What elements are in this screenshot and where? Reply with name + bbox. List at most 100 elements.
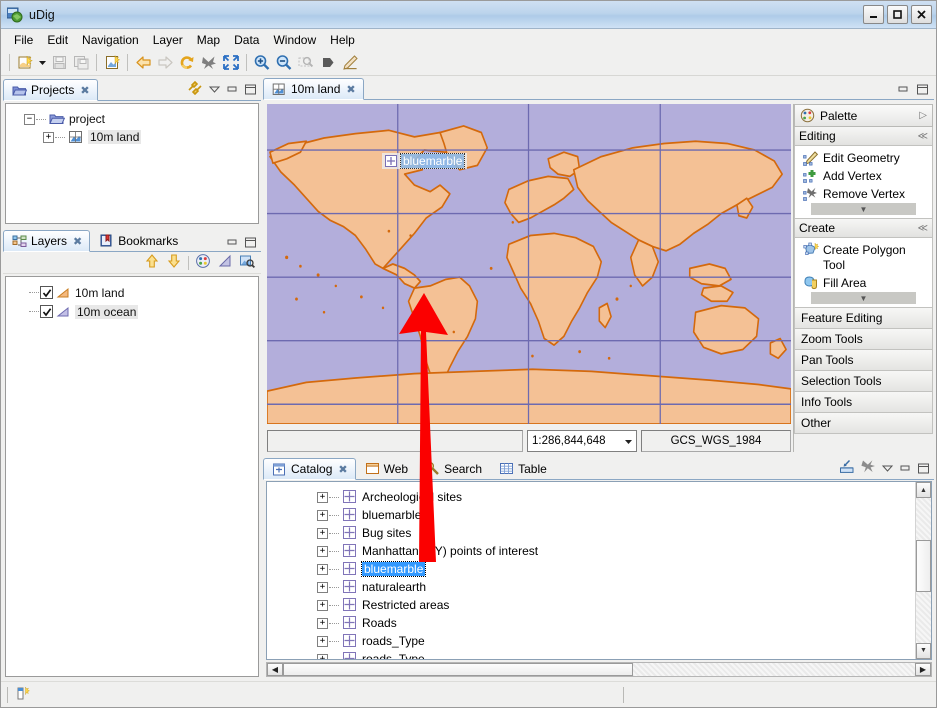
catalog-row-roads-type-1[interactable]: + roads_Type bbox=[267, 632, 915, 650]
catalog-row-manhattan-points-of-interest[interactable]: + Manhattan (NY) points of interest bbox=[267, 542, 915, 560]
new-map-icon[interactable] bbox=[14, 52, 36, 74]
expander-icon[interactable]: + bbox=[317, 545, 328, 557]
expander-icon[interactable]: + bbox=[317, 599, 328, 611]
minimize-view-icon[interactable] bbox=[899, 462, 912, 475]
expander-icon[interactable]: + bbox=[43, 131, 54, 143]
minimize-editor-icon[interactable] bbox=[897, 83, 910, 96]
style-editor-icon[interactable] bbox=[195, 253, 211, 272]
maximize-button[interactable] bbox=[887, 5, 908, 24]
palette-editing-overflow-handle[interactable]: ▼ bbox=[811, 203, 916, 215]
palette-drawer-editing-header[interactable]: Editing ≪ bbox=[794, 127, 933, 146]
edit-tool-icon[interactable] bbox=[339, 52, 361, 74]
zoom-to-layer-icon[interactable] bbox=[239, 253, 256, 272]
tab-layers[interactable]: Layers ✖ bbox=[3, 230, 91, 252]
catalog-row-naturalearth[interactable]: + naturalearth bbox=[267, 578, 915, 596]
zoom-in-icon[interactable] bbox=[251, 52, 273, 74]
maximize-editor-icon[interactable] bbox=[916, 83, 929, 96]
new-dropdown-arrow-icon[interactable] bbox=[36, 52, 48, 74]
catalog-row-bluemarble-2[interactable]: + bluemarble bbox=[267, 560, 915, 578]
tree-item-project[interactable]: − project bbox=[6, 110, 258, 128]
palette-item-create-polygon-tool[interactable]: Create Polygon Tool bbox=[795, 241, 932, 274]
tab-layers-close-icon[interactable]: ✖ bbox=[73, 235, 82, 248]
scroll-down-button[interactable]: ▼ bbox=[916, 642, 931, 659]
expander-icon[interactable]: + bbox=[317, 491, 328, 503]
catalog-horizontal-scrollbar[interactable]: ◀ ▶ bbox=[266, 661, 932, 677]
tree-item-10m-land[interactable]: + 10m land bbox=[6, 128, 258, 146]
tab-table[interactable]: Table bbox=[490, 457, 555, 479]
menu-edit[interactable]: Edit bbox=[40, 31, 75, 49]
menu-map[interactable]: Map bbox=[190, 31, 227, 49]
catalog-tree-container[interactable]: + Archeological sites + bluemarble + Bug… bbox=[266, 481, 932, 660]
menu-help[interactable]: Help bbox=[323, 31, 362, 49]
move-layer-up-icon[interactable] bbox=[144, 253, 160, 272]
pin-icon[interactable]: ≪ bbox=[918, 131, 928, 142]
projects-tree-container[interactable]: − project + 10m land bbox=[5, 103, 259, 224]
tab-projects[interactable]: Projects ✖ bbox=[3, 79, 98, 101]
palette-drawer-other[interactable]: Other bbox=[794, 413, 933, 434]
tab-catalog-close-icon[interactable]: ✖ bbox=[338, 463, 347, 476]
palette-drawer-pan-tools[interactable]: Pan Tools bbox=[794, 350, 933, 371]
progress-icon[interactable] bbox=[15, 685, 31, 704]
catalog-vertical-scrollbar[interactable]: ▲ ▼ bbox=[915, 482, 931, 659]
tab-web[interactable]: Web bbox=[356, 457, 416, 479]
expander-icon[interactable]: + bbox=[317, 617, 328, 629]
import-icon[interactable] bbox=[839, 459, 855, 477]
pin-icon[interactable]: ≪ bbox=[918, 223, 928, 234]
zoom-out-icon[interactable] bbox=[273, 52, 295, 74]
crs-field[interactable]: GCS_WGS_1984 bbox=[641, 430, 791, 452]
scale-combo[interactable]: 1:286,844,648 bbox=[527, 430, 637, 452]
layers-list-container[interactable]: 10m land 10m ocean bbox=[5, 276, 259, 677]
scroll-track[interactable] bbox=[916, 498, 931, 643]
palette-header[interactable]: Palette ▷ bbox=[794, 104, 933, 127]
scroll-right-button[interactable]: ▶ bbox=[915, 662, 931, 676]
map-canvas[interactable]: bluemarble bbox=[267, 104, 791, 424]
palette-drawer-info-tools[interactable]: Info Tools bbox=[794, 392, 933, 413]
menu-window[interactable]: Window bbox=[266, 31, 323, 49]
close-button[interactable] bbox=[911, 5, 932, 24]
tab-catalog[interactable]: Catalog ✖ bbox=[263, 458, 356, 480]
menu-navigation[interactable]: Navigation bbox=[75, 31, 146, 49]
scroll-left-button[interactable]: ◀ bbox=[267, 662, 283, 676]
new-project-icon[interactable] bbox=[101, 52, 123, 74]
menu-file[interactable]: File bbox=[7, 31, 40, 49]
catalog-row-roads[interactable]: + Roads bbox=[267, 614, 915, 632]
chevron-down-icon[interactable] bbox=[620, 437, 636, 446]
tab-10m-land-editor[interactable]: 10m land ✖ bbox=[263, 78, 364, 100]
catalog-row-bug-sites[interactable]: + Bug sites bbox=[267, 524, 915, 542]
expander-icon[interactable]: + bbox=[317, 581, 328, 593]
expander-icon[interactable]: + bbox=[317, 653, 328, 659]
layer-visibility-checkbox[interactable] bbox=[40, 286, 53, 299]
back-icon[interactable] bbox=[132, 52, 154, 74]
tab-bookmarks[interactable]: Bookmarks bbox=[90, 229, 186, 251]
maximize-view-icon[interactable] bbox=[244, 236, 257, 249]
tab-projects-close-icon[interactable]: ✖ bbox=[80, 84, 89, 97]
palette-drawer-zoom-tools[interactable]: Zoom Tools bbox=[794, 329, 933, 350]
palette-item-fill-area[interactable]: Fill Area bbox=[795, 274, 932, 292]
catalog-row-restricted-areas[interactable]: + Restricted areas bbox=[267, 596, 915, 614]
maximize-view-icon[interactable] bbox=[917, 462, 930, 475]
hscroll-track[interactable] bbox=[633, 663, 915, 676]
palette-item-edit-geometry[interactable]: Edit Geometry bbox=[795, 149, 932, 167]
catalog-row-bluemarble-1[interactable]: + bluemarble bbox=[267, 506, 915, 524]
menu-data[interactable]: Data bbox=[227, 31, 266, 49]
move-layer-down-icon[interactable] bbox=[166, 253, 182, 272]
palette-create-overflow-handle[interactable]: ▼ bbox=[811, 292, 916, 304]
hscroll-thumb[interactable] bbox=[283, 662, 633, 676]
minimize-button[interactable] bbox=[863, 5, 884, 24]
tab-search[interactable]: Search bbox=[416, 457, 490, 479]
minimize-view-icon[interactable] bbox=[226, 83, 239, 96]
scroll-thumb[interactable] bbox=[916, 540, 931, 592]
expander-icon[interactable]: + bbox=[317, 509, 328, 521]
expander-icon[interactable]: + bbox=[317, 527, 328, 539]
palette-expand-icon[interactable]: ▷ bbox=[919, 110, 927, 121]
layer-row-10m-land[interactable]: 10m land bbox=[6, 283, 258, 302]
tab-editor-close-icon[interactable]: ✖ bbox=[346, 83, 355, 96]
layer-row-10m-ocean[interactable]: 10m ocean bbox=[6, 302, 258, 321]
catalog-row-archeological-sites[interactable]: + Archeological sites bbox=[267, 488, 915, 506]
remove-icon[interactable] bbox=[860, 459, 876, 477]
palette-drawer-selection-tools[interactable]: Selection Tools bbox=[794, 371, 933, 392]
expander-icon[interactable]: + bbox=[317, 635, 328, 647]
palette-drawer-create-header[interactable]: Create ≪ bbox=[794, 219, 933, 238]
expander-icon[interactable]: − bbox=[24, 113, 35, 125]
expander-icon[interactable]: + bbox=[317, 563, 328, 575]
